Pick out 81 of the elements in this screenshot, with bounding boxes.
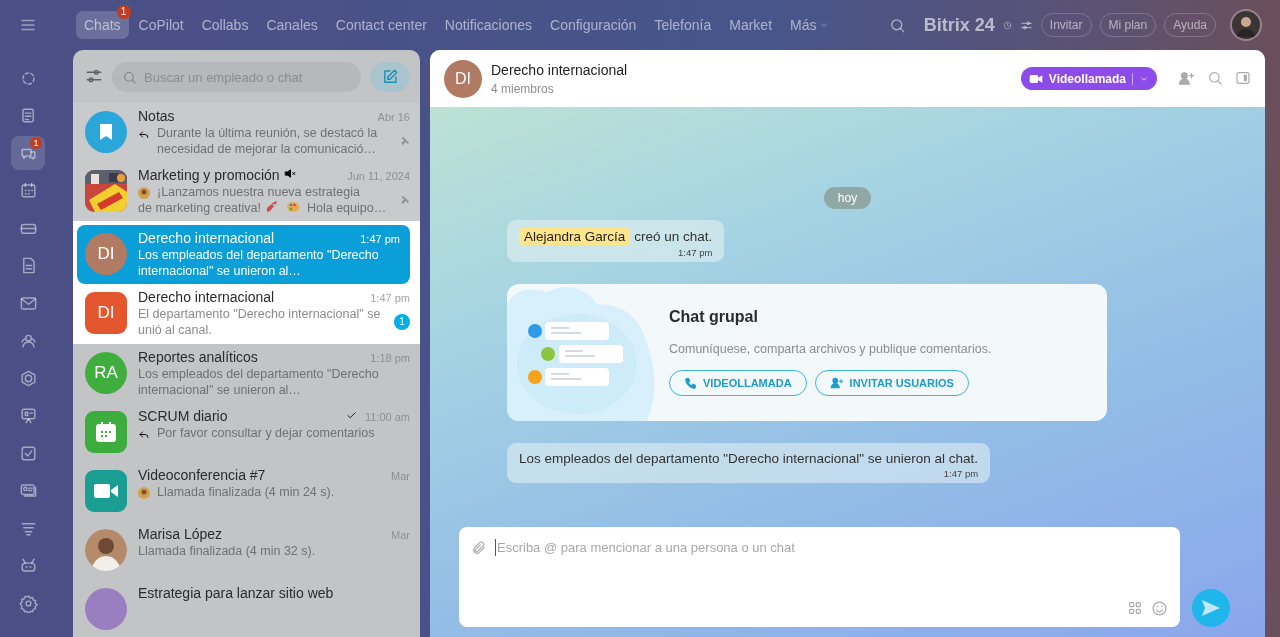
chat-title: Marketing y promoción — [138, 166, 280, 184]
person-avatar — [85, 529, 127, 571]
chat-preview: Por favor consultar y dejar comentarios — [157, 425, 376, 441]
sliders-icon — [1019, 18, 1033, 32]
notification-badge: 1 — [30, 137, 42, 149]
sidebar-icon — [18, 443, 38, 463]
brand-logo[interactable]: Bitrix 24 — [923, 14, 995, 36]
nav-tab[interactable]: Configuración — [542, 11, 645, 39]
mention[interactable]: Alejandra García — [519, 228, 631, 245]
chat-time: Jun 11, 2024 — [347, 170, 410, 182]
send-icon — [1201, 599, 1221, 617]
chat-avatar: DI — [444, 59, 482, 98]
add-user-icon — [829, 376, 844, 390]
edit-icon — [381, 68, 399, 86]
nav-tab[interactable]: Market — [721, 11, 781, 39]
search-icon — [1207, 70, 1223, 86]
chat-preview: El departamento "Derecho internacional" se unió al canal. — [138, 306, 382, 338]
message-text: Los empleados del departamento "Derecho internacional" se unieron al chat. — [519, 451, 979, 466]
emoji-icon — [1151, 600, 1168, 617]
nav-tab[interactable]: Notificaciones — [436, 11, 540, 39]
attach-icon — [471, 539, 487, 556]
chat-preview: Los empleados del departamento "Derecho internacional" se unieron al… — [138, 366, 380, 398]
unread-count: 1 — [394, 314, 410, 330]
nav-tab[interactable]: Telefonía — [646, 11, 720, 39]
chat-time: 1:47 pm — [370, 292, 410, 304]
add-user-icon — [1178, 70, 1195, 87]
nav-tab[interactable]: Contact center — [327, 11, 435, 39]
nav-tab[interactable]: Collabs — [193, 11, 257, 39]
chat-preview: de marketing creativa! — [138, 200, 261, 216]
rocket-icon — [265, 200, 279, 214]
message-text: creó un chat. — [634, 229, 713, 244]
user-avatar[interactable] — [1230, 9, 1262, 41]
date-separator: hoy — [823, 187, 872, 209]
avatar: RA — [85, 352, 127, 394]
send-button[interactable] — [1192, 589, 1230, 627]
chat-preview: Llamada finalizada (4 min 24 s). — [157, 484, 336, 500]
chat-preview: Los empleados del departamento "Derecho internacional" se unieron al… — [138, 247, 380, 279]
chat-item[interactable]: Marketing y promoción Jun 11, 2024 ¡Lanzamos nuestra nueva estrategia de marketing creativa! Hola equipo… — [73, 162, 420, 221]
chat-title: Marisa López — [138, 525, 223, 543]
nav-tab[interactable]: Más — [782, 11, 838, 39]
search-icon — [122, 70, 137, 85]
sidebar-item[interactable]: 1 — [11, 136, 45, 170]
chat-title: Notas — [138, 107, 175, 125]
chat-title: Estrategia para lanzar sitio web — [138, 584, 334, 602]
chevron-down-icon — [819, 20, 830, 30]
avatar: DI — [85, 233, 127, 275]
avatar: DI — [85, 292, 127, 334]
chat-preview: Llamada finalizada (4 min 32 s). — [138, 543, 317, 559]
chat-title: Videoconferencia #7 — [138, 466, 266, 484]
member-count: 4 miembros — [491, 81, 555, 96]
palette-icon — [286, 200, 300, 214]
card-description: Comuníquese, comparta archivos y publique comentarios. — [669, 342, 992, 356]
nav-tab[interactable]: Canales — [258, 11, 326, 39]
compose-button[interactable] — [370, 62, 410, 92]
chat-title: Reportes analíticos — [138, 348, 258, 366]
chat-title: Derecho internacional — [138, 288, 275, 306]
search-icon — [888, 16, 906, 34]
sidebar-icon — [18, 481, 38, 500]
sidebar-icon — [18, 406, 38, 425]
chat-time: 1:47 pm — [360, 233, 400, 245]
apps-icon — [1127, 600, 1143, 616]
chat-preview: ¡Lanzamos nuestra nueva estrategia — [157, 184, 361, 200]
card-title: Chat grupal — [669, 308, 759, 326]
chat-preview: Durante la última reunión, se destacó la necesidad de mejorar la comunicació… — [157, 125, 379, 157]
clock-icon — [1002, 20, 1012, 30]
nav-tab[interactable]: CoPilot — [130, 11, 192, 39]
phone-icon — [684, 376, 697, 390]
notification-badge: 1 — [116, 5, 131, 19]
message-time: 1:47 pm — [943, 468, 979, 479]
chat-title: Derecho internacional — [491, 61, 628, 78]
sidebar-icon — [18, 368, 38, 388]
message-time: 1:47 pm — [678, 247, 713, 258]
chat-title: SCRUM diario — [138, 407, 228, 425]
sidebar-icon — [18, 181, 38, 200]
sidebar-icon — [18, 593, 38, 613]
chat-preview: Hola equipo… — [307, 200, 388, 216]
chat-item[interactable]: Estrategia para lanzar sitio web — [73, 580, 420, 637]
panel-icon — [1235, 70, 1251, 86]
chat-title: Derecho internacional — [138, 229, 275, 247]
sidebar-icon — [18, 556, 38, 575]
video-call-button[interactable]: Videollamada — [1020, 67, 1157, 90]
